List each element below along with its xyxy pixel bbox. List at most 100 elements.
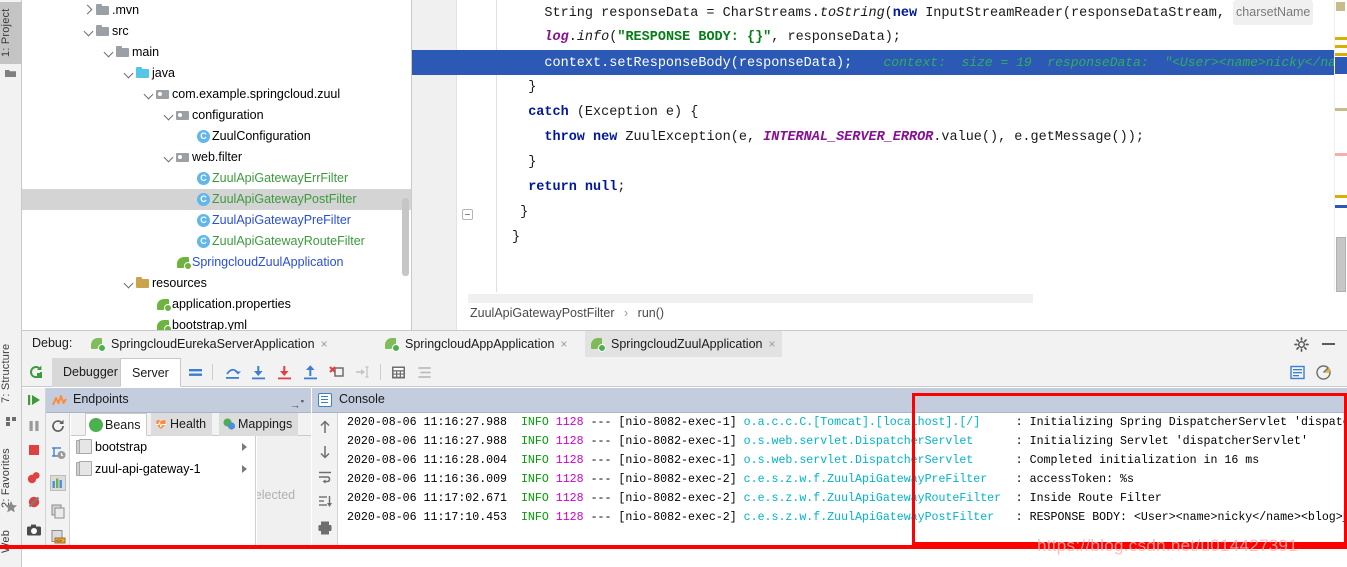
evaluate-expression-icon[interactable] — [390, 364, 407, 381]
tree-item-java[interactable]: java — [22, 63, 411, 84]
chevron-right-icon[interactable] — [242, 443, 247, 451]
editor-horizontal-scrollbar[interactable] — [468, 294, 1033, 303]
minimize-icon[interactable] — [1322, 343, 1335, 345]
tree-item--mvn[interactable]: .mvn — [22, 0, 411, 21]
chevron-down-icon[interactable] — [162, 105, 175, 126]
code-lines: String responseData = CharStreams.toStri… — [412, 0, 1347, 292]
tree-item-web-filter[interactable]: web.filter — [22, 147, 411, 168]
chevron-down-icon[interactable] — [122, 273, 135, 294]
toolbar-separator — [212, 364, 213, 380]
tree-item-com-example-springcloud-zuul[interactable]: com.example.springcloud.zuul — [22, 84, 411, 105]
chevron-down-icon[interactable] — [122, 63, 135, 84]
tab-debugger[interactable]: Debugger — [52, 358, 129, 387]
bean-item-bootstrap[interactable]: bootstrap — [71, 436, 255, 458]
marker-note[interactable] — [1335, 108, 1347, 111]
view-breakpoints-icon[interactable] — [26, 470, 42, 486]
tool-window-structure[interactable]: 7: Structure — [0, 334, 22, 412]
log-level: INFO — [521, 416, 549, 429]
tool-window-project[interactable]: 1: Project — [0, 2, 22, 64]
marker-caret[interactable] — [1335, 57, 1347, 74]
code-token-plain: } — [512, 80, 536, 95]
breadcrumb-method[interactable]: run() — [638, 306, 664, 320]
debug-tab-app[interactable]: SpringcloudAppApplication × — [379, 331, 574, 358]
close-icon[interactable]: × — [766, 339, 777, 350]
refresh-icon[interactable] — [50, 418, 66, 434]
tree-item-zuulapigatewayerrfilter[interactable]: ZuulApiGatewayErrFilter — [22, 168, 411, 189]
debug-tab-eureka[interactable]: SpringcloudEurekaServerApplication × — [85, 331, 335, 358]
tree-item-bootstrap-yml[interactable]: bootstrap.yml — [22, 315, 411, 330]
tree-item-zuulapigatewaypostfilter[interactable]: ZuulApiGatewayPostFilter — [22, 189, 411, 210]
stop-program-icon[interactable] — [26, 442, 42, 458]
drop-frame-icon[interactable] — [328, 364, 345, 381]
camera-icon[interactable] — [26, 522, 42, 538]
tree-item-configuration[interactable]: configuration — [22, 105, 411, 126]
chevron-down-icon[interactable] — [162, 147, 175, 168]
marker-warning[interactable] — [1335, 53, 1347, 56]
breadcrumb-class[interactable]: ZuulApiGatewayPostFilter — [470, 306, 615, 320]
inspection-status-icon[interactable] — [1336, 2, 1345, 11]
chevron-right-icon[interactable] — [82, 0, 95, 21]
tool-window-favorites-label: 2: Favorites — [0, 448, 12, 508]
tree-item-zuulapigatewayroutefilter[interactable]: ZuulApiGatewayRouteFilter — [22, 231, 411, 252]
pause-program-icon[interactable] — [26, 418, 42, 434]
tab-mappings[interactable]: Mappings — [219, 413, 298, 436]
copy-icon[interactable] — [50, 503, 66, 519]
chevron-down-icon[interactable] — [142, 84, 155, 105]
debug-tab-zuul[interactable]: SpringcloudZuulApplication × — [585, 331, 782, 358]
marker-caret[interactable] — [1335, 205, 1347, 208]
close-icon[interactable]: × — [558, 339, 569, 350]
marker-warning[interactable] — [1335, 37, 1347, 40]
chevron-down-icon[interactable] — [102, 42, 115, 63]
chevron-down-icon[interactable] — [82, 21, 95, 42]
marker-warning[interactable] — [1335, 195, 1347, 198]
tab-health[interactable]: Health — [151, 413, 212, 436]
step-over-icon[interactable] — [224, 364, 241, 381]
chart-icon[interactable] — [50, 475, 66, 491]
rerun-icon[interactable] — [28, 364, 44, 380]
close-icon[interactable]: × — [319, 339, 330, 350]
pin-tab-icon[interactable] — [1315, 364, 1332, 381]
tree-item-src[interactable]: src — [22, 21, 411, 42]
bean-item-zuul-api-gateway-1[interactable]: zuul-api-gateway-1 — [71, 458, 255, 480]
code-token-kw: new — [893, 6, 917, 21]
tab-server[interactable]: Server — [120, 358, 181, 387]
tree-item-zuulconfiguration[interactable]: ZuulConfiguration — [22, 126, 411, 147]
scroll-to-end-icon[interactable] — [317, 494, 333, 510]
project-tree-scrollbar[interactable] — [402, 198, 409, 276]
tree-item-springcloudzuulapplication[interactable]: SpringcloudZuulApplication — [22, 252, 411, 273]
log-link[interactable]: http://smilenicky.bl — [1343, 511, 1347, 524]
step-out-icon[interactable] — [302, 364, 319, 381]
tree-item-application-properties[interactable]: application.properties — [22, 294, 411, 315]
gear-icon[interactable] — [1294, 337, 1309, 352]
up-arrow-icon[interactable] — [317, 419, 333, 435]
tab-beans[interactable]: Beans — [85, 413, 147, 436]
step-into-icon[interactable] — [250, 364, 267, 381]
tree-item-zuulapigatewayprefilter[interactable]: ZuulApiGatewayPreFilter — [22, 210, 411, 231]
resume-program-icon[interactable] — [26, 392, 42, 408]
nothing-selected-text: Nothing selected — [257, 488, 295, 502]
layout-settings-icon[interactable] — [1289, 364, 1306, 381]
force-step-into-icon[interactable] — [276, 364, 293, 381]
down-arrow-icon[interactable] — [317, 444, 333, 460]
export-icon[interactable]: <> — [50, 529, 66, 545]
print-icon[interactable] — [317, 520, 333, 536]
chevron-right-icon[interactable] — [242, 465, 247, 473]
tree-item-resources[interactable]: resources — [22, 273, 411, 294]
frames-icon[interactable] — [187, 364, 204, 381]
expand-timeout-icon[interactable] — [50, 445, 66, 461]
mute-breakpoints-toggle-icon[interactable] — [26, 494, 42, 510]
tree-item-main[interactable]: main — [22, 42, 411, 63]
pin-icon[interactable]: →▪ — [290, 396, 304, 412]
breadcrumb[interactable]: ZuulApiGatewayPostFilter › run() — [470, 306, 664, 320]
class-icon — [195, 126, 212, 147]
editor-scrollbar-thumb[interactable] — [1336, 237, 1346, 292]
log-separator: : — [1016, 511, 1023, 524]
project-tree-panel[interactable]: .mvnsrcmainjavacom.example.springcloud.z… — [22, 0, 412, 330]
log-dash: --- — [591, 454, 612, 467]
tool-window-web[interactable]: Web — [0, 524, 22, 558]
marker-error[interactable] — [1335, 153, 1347, 156]
editor-marker-bar[interactable] — [1334, 0, 1347, 292]
code-editor[interactable]: String responseData = CharStreams.toStri… — [412, 0, 1347, 292]
soft-wrap-icon[interactable] — [317, 469, 333, 485]
marker-warning[interactable] — [1335, 45, 1347, 48]
